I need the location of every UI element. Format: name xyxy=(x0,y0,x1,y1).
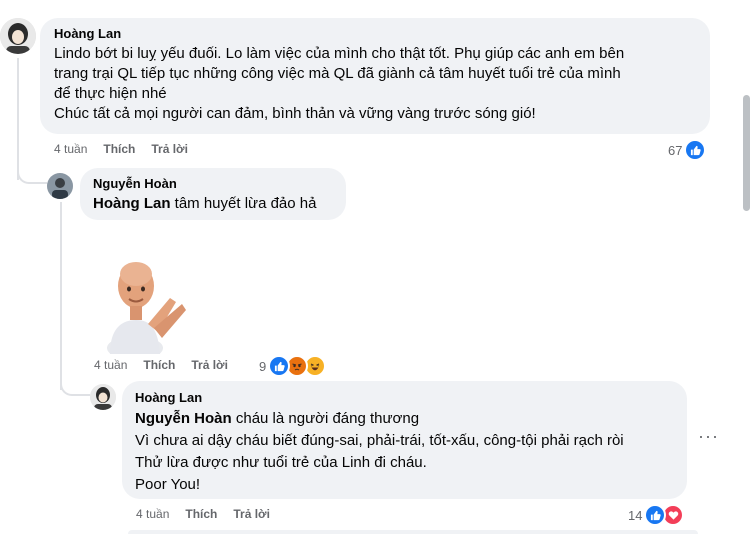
mention-link[interactable]: Nguyễn Hoàn xyxy=(135,410,232,427)
clapping-man-sticker[interactable] xyxy=(100,258,190,360)
comment-time[interactable]: 4 tuần xyxy=(54,142,87,156)
comment-time[interactable]: 4 tuần xyxy=(136,507,169,521)
reaction-summary-3[interactable]: 14 xyxy=(628,504,685,526)
scrollbar-thumb[interactable] xyxy=(743,95,750,211)
like-reaction-icon xyxy=(268,355,291,377)
comment-author[interactable]: Hoàng Lan xyxy=(135,390,674,406)
comment-actions-3: 4 tuần Thích Trả lời xyxy=(136,507,270,521)
next-comment-edge xyxy=(128,530,698,534)
like-button[interactable]: Thích xyxy=(185,507,217,521)
comment-author[interactable]: Hoàng Lan xyxy=(54,26,696,42)
reaction-count: 14 xyxy=(628,507,643,523)
thread-line-main xyxy=(17,58,19,180)
comment-text: Nguyễn Hoàn cháu là người đáng thương Vì… xyxy=(135,410,624,493)
like-reaction-icon xyxy=(684,139,707,161)
avatar-hoang-lan[interactable] xyxy=(0,18,36,54)
reply-button[interactable]: Trả lời xyxy=(151,142,188,156)
like-button[interactable]: Thích xyxy=(103,142,135,156)
reply-button[interactable]: Trả lời xyxy=(191,358,228,372)
comment-bubble-3: Hoàng Lan Nguyễn Hoàn cháu là người đáng… xyxy=(122,381,687,499)
comment-actions-1: 4 tuần Thích Trả lời xyxy=(54,142,188,156)
reaction-summary-1[interactable]: 67 xyxy=(668,139,707,161)
reaction-count: 67 xyxy=(668,142,683,158)
mention-link[interactable]: Hoàng Lan xyxy=(93,195,171,212)
like-button[interactable]: Thích xyxy=(143,358,175,372)
thread-line-reply xyxy=(60,202,62,390)
comment-author[interactable]: Nguyễn Hoàn xyxy=(93,176,333,192)
avatar-hoang-lan[interactable] xyxy=(90,384,116,410)
comment-time[interactable]: 4 tuần xyxy=(94,358,127,372)
like-reaction-icon xyxy=(644,504,667,526)
comment-bubble-1: Hoàng Lan Lindo bớt bi luỵ yếu đuối. Lo … xyxy=(40,18,710,134)
comment-text: Lindo bớt bi luỵ yếu đuối. Lo làm việc c… xyxy=(54,45,625,122)
comment-bubble-2: Nguyễn Hoàn Hoàng Lan tâm huyết lừa đảo … xyxy=(80,168,346,220)
reaction-count: 9 xyxy=(259,358,267,374)
thread-branch-1 xyxy=(17,166,47,184)
comment-actions-2: 4 tuần Thích Trả lời xyxy=(94,358,228,372)
reply-button[interactable]: Trả lời xyxy=(233,507,270,521)
avatar-nguyen-hoan[interactable] xyxy=(47,173,73,199)
reaction-summary-2[interactable]: 9 xyxy=(259,355,327,377)
more-options-icon[interactable]: ··· xyxy=(698,426,719,447)
thread-branch-2 xyxy=(60,378,90,396)
comment-text: Hoàng Lan tâm huyết lừa đảo hả xyxy=(93,195,317,212)
